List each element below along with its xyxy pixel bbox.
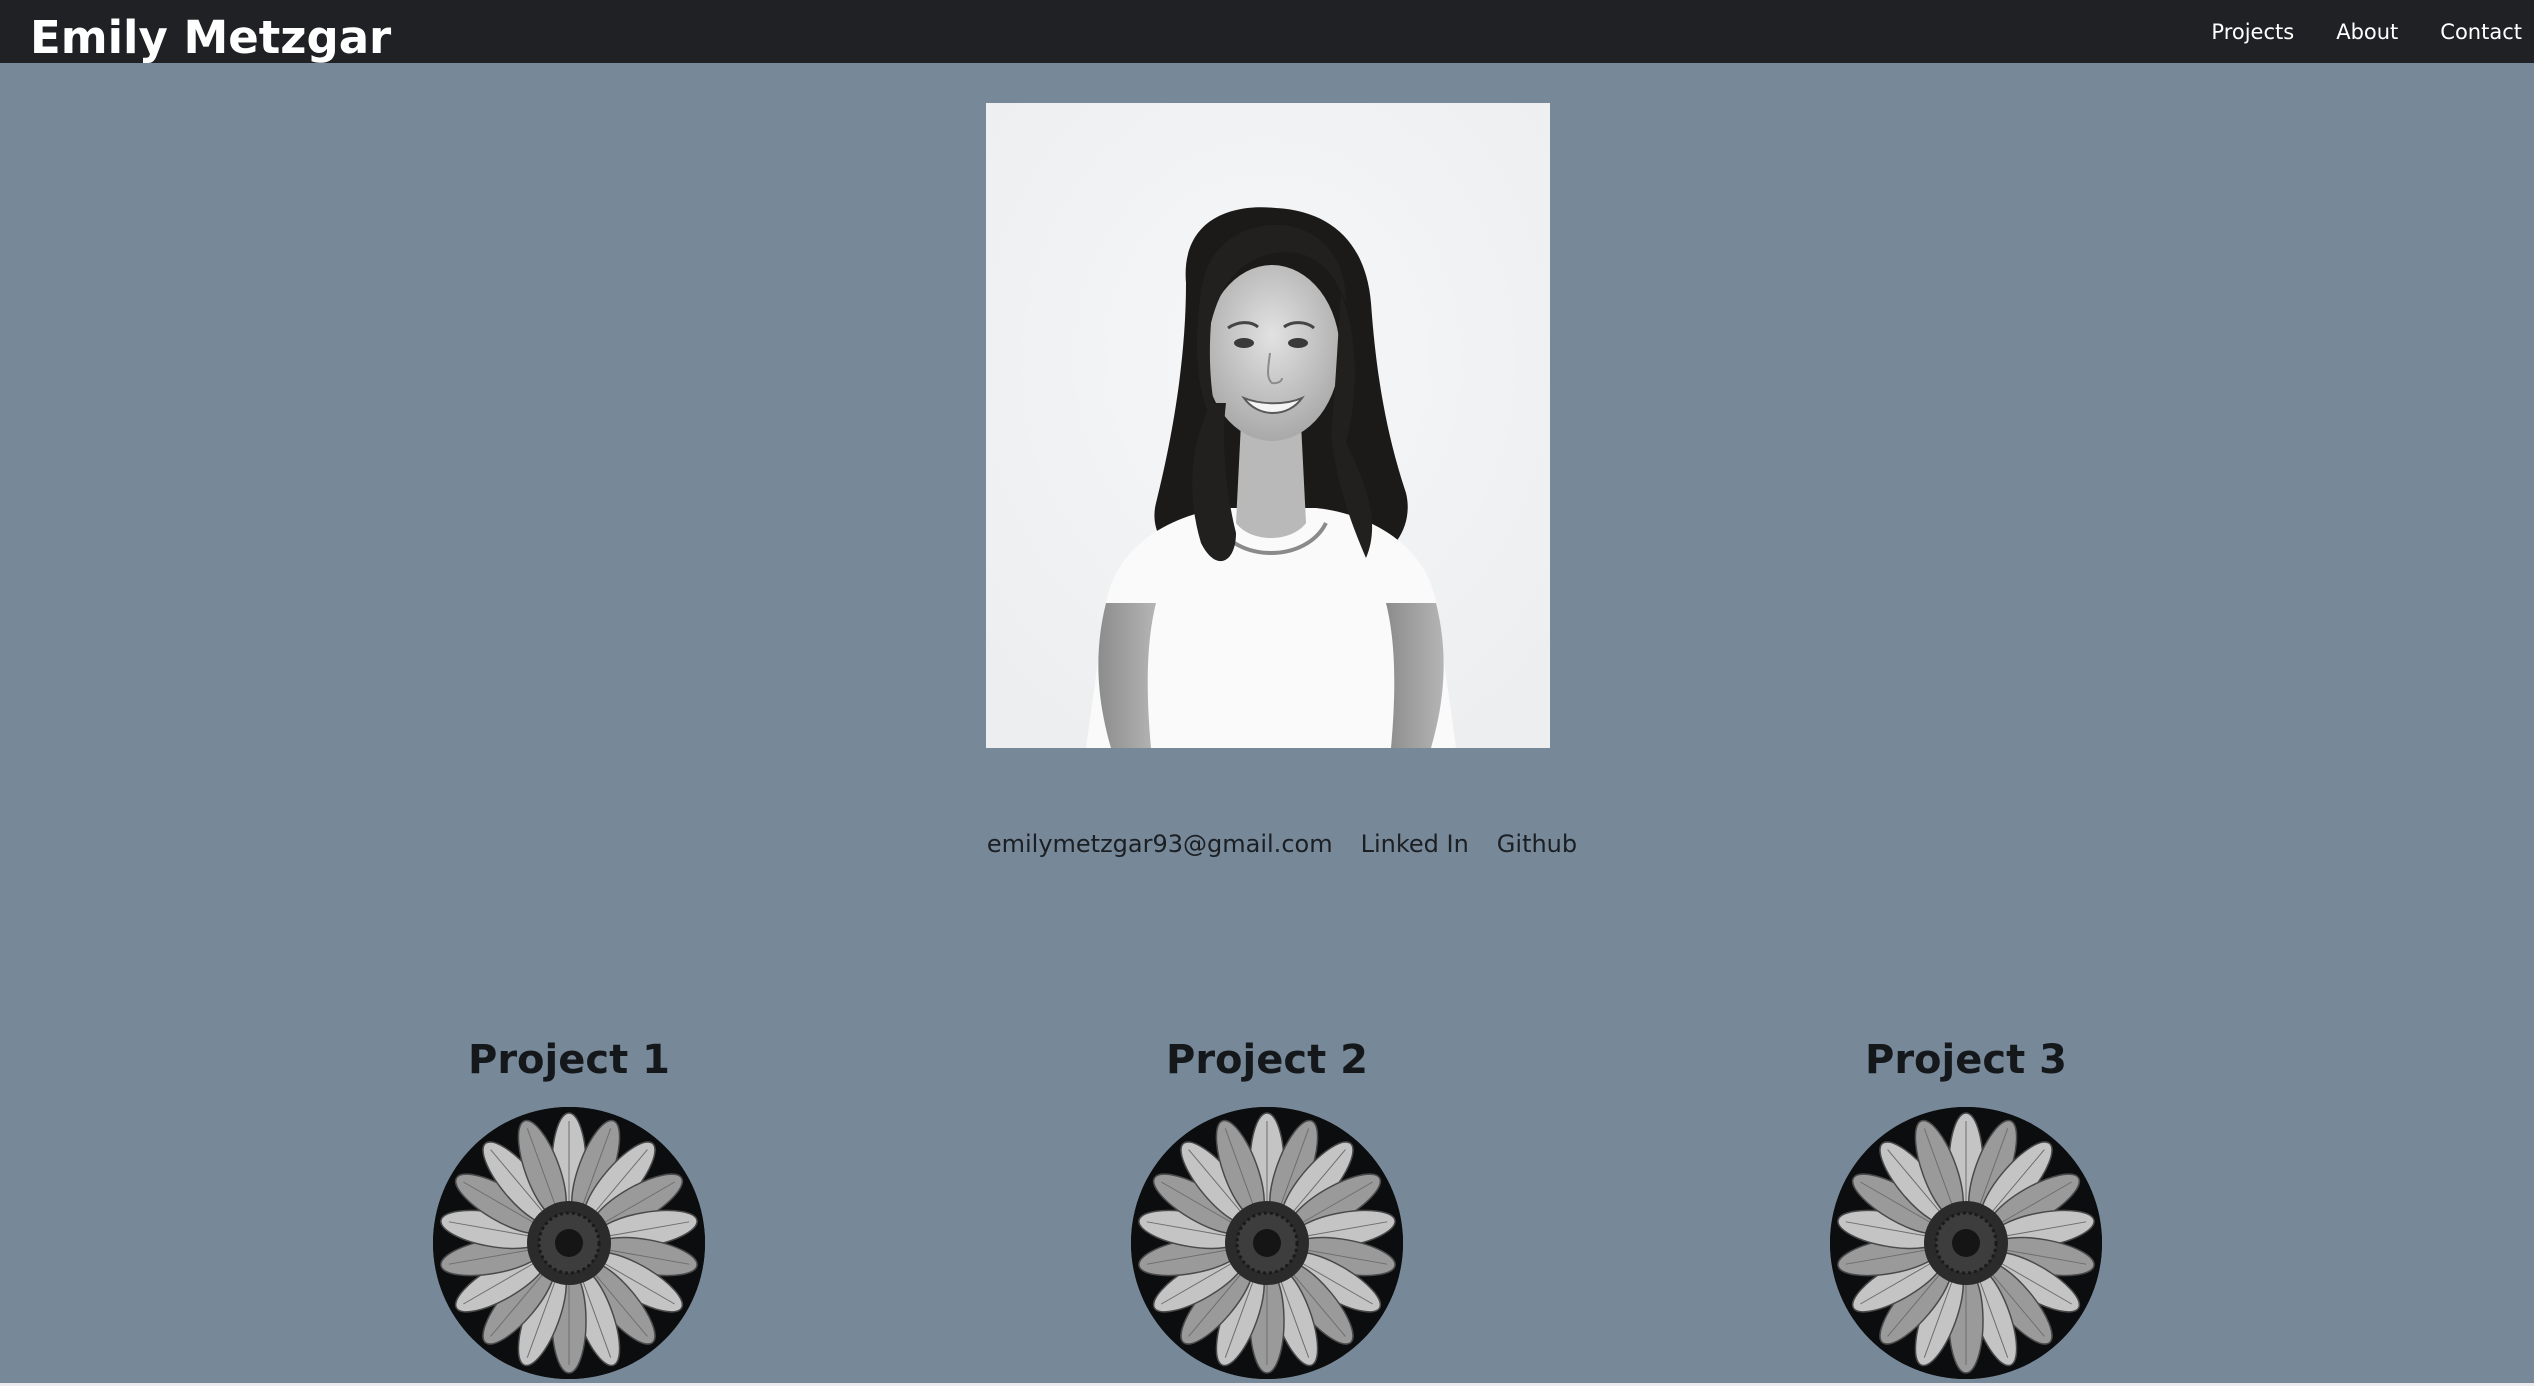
nav-about-link[interactable]: About — [2326, 20, 2408, 44]
project-title: Project 3 — [1865, 1037, 2067, 1083]
top-navbar: Emily Metzgar Projects About Contact — [0, 0, 2534, 66]
project-title: Project 1 — [468, 1037, 670, 1083]
email-link[interactable]: emilymetzgar93@gmail.com — [987, 830, 1333, 858]
linkedin-link[interactable]: Linked In — [1361, 830, 1469, 858]
daisy-flower-icon[interactable] — [1830, 1107, 2102, 1379]
project-card-3: Project 3 — [1816, 1030, 2116, 1379]
daisy-flower-icon[interactable] — [433, 1107, 705, 1379]
nav-contact-link[interactable]: Contact — [2430, 20, 2534, 44]
nav-links: Projects About Contact — [2179, 0, 2534, 63]
portrait-photo — [986, 103, 1550, 748]
daisy-flower-icon[interactable] — [1131, 1107, 1403, 1379]
contact-links: emilymetzgar93@gmail.com Linked In Githu… — [0, 824, 2534, 864]
project-card-2: Project 2 — [1117, 1030, 1417, 1379]
project-card-1: Project 1 — [419, 1030, 719, 1379]
nav-projects-link[interactable]: Projects — [2201, 20, 2304, 44]
project-title: Project 2 — [1166, 1037, 1368, 1083]
github-link[interactable]: Github — [1497, 830, 1577, 858]
brand-link[interactable]: Emily Metzgar — [30, 10, 391, 66]
